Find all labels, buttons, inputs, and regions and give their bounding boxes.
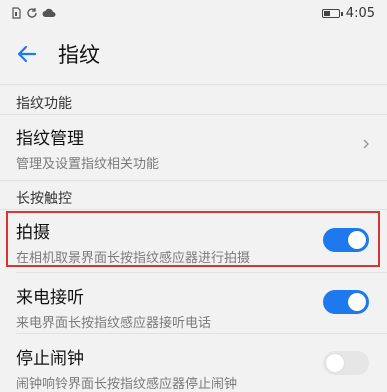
list-item-fingerprint-management[interactable]: 指纹管理 管理及设置指纹相关功能 bbox=[0, 124, 387, 172]
list-item-answer-call[interactable]: 来电接听 来电界面长按指纹感应器接听电话 bbox=[0, 283, 387, 331]
divider bbox=[0, 114, 387, 115]
list-item-stop-alarm[interactable]: 停止闹钟 闹钟响铃界面长按指纹感应器停止闹钟 bbox=[0, 344, 387, 392]
battery-icon bbox=[321, 8, 343, 18]
chevron-right-icon bbox=[363, 139, 369, 149]
sync-icon bbox=[27, 8, 37, 18]
list-item-capture[interactable]: 拍摄 在相机取景界面长按指纹感应器进行拍摄 bbox=[0, 218, 387, 266]
row-subtitle: 管理及设置指纹相关功能 bbox=[16, 157, 160, 172]
divider bbox=[0, 84, 387, 85]
capture-toggle[interactable] bbox=[323, 228, 369, 252]
toggle-knob bbox=[348, 293, 366, 311]
row-title: 来电接听 bbox=[16, 288, 84, 308]
sim-icon bbox=[12, 7, 21, 19]
divider bbox=[16, 272, 387, 273]
row-subtitle: 来电界面长按指纹感应器接听电话 bbox=[16, 316, 212, 331]
toggle-knob bbox=[348, 231, 366, 249]
divider bbox=[0, 209, 387, 210]
title-bar: 指纹 bbox=[0, 26, 387, 82]
back-arrow-icon bbox=[17, 45, 37, 63]
row-title: 指纹管理 bbox=[16, 129, 84, 149]
row-subtitle: 闹钟响铃界面长按指纹感应器停止闹钟 bbox=[16, 377, 238, 392]
toggle-knob bbox=[326, 354, 344, 372]
cloud-icon bbox=[42, 8, 56, 17]
section-header-long-press: 长按触控 bbox=[16, 191, 72, 207]
row-title: 停止闹钟 bbox=[16, 349, 84, 369]
answer-call-toggle[interactable] bbox=[323, 290, 369, 314]
row-subtitle: 在相机取景界面长按指纹感应器进行拍摄 bbox=[16, 251, 251, 266]
status-icons-left bbox=[10, 7, 56, 19]
divider bbox=[16, 333, 387, 334]
page-title: 指纹 bbox=[58, 43, 100, 67]
status-time: 4:05 bbox=[345, 5, 375, 21]
section-header-fingerprint-functions: 指纹功能 bbox=[16, 96, 72, 112]
stop-alarm-toggle[interactable] bbox=[323, 351, 369, 375]
status-bar: 4:05 bbox=[0, 0, 387, 26]
status-icons-right: 4:05 bbox=[321, 5, 375, 21]
row-title: 拍摄 bbox=[16, 223, 50, 243]
divider bbox=[0, 180, 387, 181]
back-button[interactable] bbox=[12, 39, 42, 69]
